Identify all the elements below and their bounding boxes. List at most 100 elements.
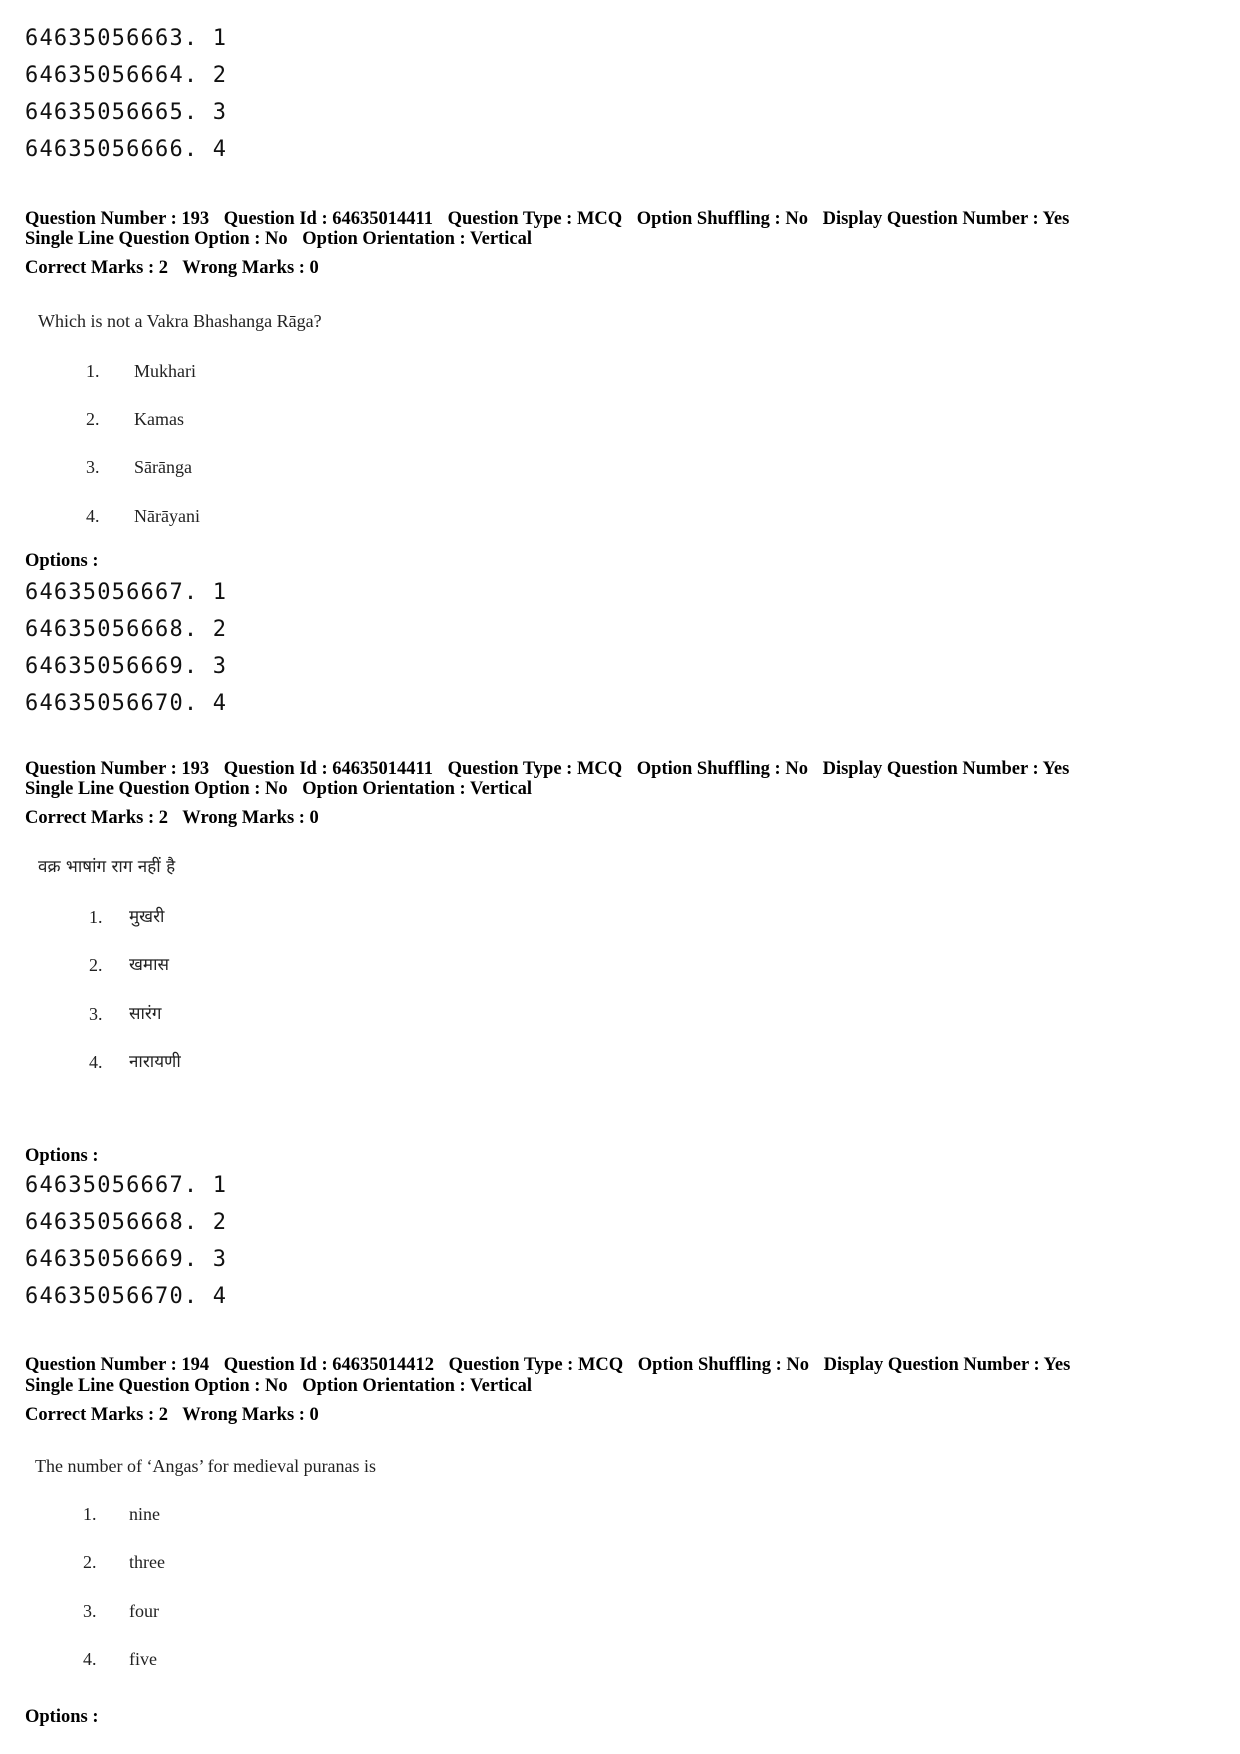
- option-shuffling: Option Shuffling : No: [637, 1355, 809, 1375]
- question-header-line2: Single Line Question Option : No Option …: [25, 229, 532, 250]
- option-number: 4: [212, 137, 228, 162]
- option-number: 4: [212, 1284, 228, 1309]
- choice-number: 3.: [86, 457, 100, 477]
- single-line-question-option: Single Line Question Option : No: [25, 1376, 288, 1396]
- question-id: Question Id : 64635014411: [223, 209, 433, 229]
- choice-text: सारंग: [129, 1004, 162, 1024]
- single-line-question-option: Single Line Question Option : No: [25, 779, 288, 799]
- choice-number: 1.: [83, 1504, 97, 1524]
- marks-line: Correct Marks : 2 Wrong Marks : 0: [25, 258, 319, 279]
- correct-marks: Correct Marks : 2: [25, 258, 168, 278]
- option-row: 64635056670. 4: [25, 1284, 228, 1309]
- option-number: 2: [212, 617, 228, 642]
- option-row: 64635056664. 2: [25, 63, 228, 88]
- question-paper-page: 64635056663. 1 64635056664. 2 6463505666…: [0, 0, 1240, 1754]
- choice-number: 3.: [83, 1601, 97, 1621]
- display-question-number: Display Question Number : Yes: [822, 759, 1070, 779]
- option-id: 64635056663: [25, 26, 184, 51]
- choice-number: 1.: [89, 907, 103, 927]
- choice-number: 4.: [83, 1649, 97, 1669]
- choice-text: Nārāyani: [134, 506, 200, 526]
- question-text: Which is not a Vakra Bhashanga Rāga?: [38, 311, 322, 331]
- choice-text: nine: [129, 1504, 160, 1524]
- question-text: The number of ‘Angas’ for medieval puran…: [35, 1456, 377, 1476]
- choice-text: नारायणी: [129, 1052, 181, 1072]
- choice-text: Mukhari: [134, 361, 196, 381]
- option-orientation: Option Orientation : Vertical: [302, 779, 532, 799]
- option-row: 64635056665. 3: [25, 100, 228, 125]
- choice-text: खमास: [129, 955, 169, 975]
- question-header-line1: Question Number : 193 Question Id : 6463…: [25, 759, 1069, 780]
- choice-text: Sārānga: [134, 457, 192, 477]
- question-header-line1: Question Number : 194 Question Id : 6463…: [25, 1355, 1070, 1376]
- option-id: 64635056668: [25, 1210, 184, 1235]
- option-orientation: Option Orientation : Vertical: [302, 1376, 532, 1396]
- options-label: Options :: [25, 1707, 99, 1727]
- marks-line: Correct Marks : 2 Wrong Marks : 0: [25, 808, 319, 829]
- question-number: Question Number : 194: [25, 1355, 210, 1375]
- option-number: 1: [212, 1173, 228, 1198]
- option-id: 64635056665: [25, 100, 184, 125]
- choice-number: 2.: [86, 409, 100, 429]
- option-row: 64635056666. 4: [25, 137, 228, 162]
- option-number: 2: [212, 1210, 228, 1235]
- choice-text: Kamas: [134, 409, 184, 429]
- option-id: 64635056666: [25, 137, 184, 162]
- option-orientation: Option Orientation : Vertical: [302, 229, 532, 249]
- option-row: 64635056668. 2: [25, 617, 228, 642]
- option-id: 64635056669: [25, 1247, 184, 1272]
- option-id: 64635056667: [25, 1173, 184, 1198]
- display-question-number: Display Question Number : Yes: [822, 209, 1070, 229]
- question-header-line2: Single Line Question Option : No Option …: [25, 1376, 532, 1397]
- question-id: Question Id : 64635014411: [223, 759, 433, 779]
- correct-marks: Correct Marks : 2: [25, 808, 168, 828]
- option-row: 64635056668. 2: [25, 1210, 228, 1235]
- option-row: 64635056663. 1: [25, 26, 228, 51]
- option-row: 64635056670. 4: [25, 691, 228, 716]
- choice-number: 2.: [89, 955, 103, 975]
- option-id: 64635056664: [25, 63, 184, 88]
- option-number: 1: [212, 26, 228, 51]
- question-number: Question Number : 193: [25, 209, 210, 229]
- question-header-line1: Question Number : 193 Question Id : 6463…: [25, 209, 1069, 230]
- choice-number: 1.: [86, 361, 100, 381]
- choice-text: three: [129, 1552, 165, 1572]
- option-id: 64635056668: [25, 617, 184, 642]
- option-id: 64635056669: [25, 654, 184, 679]
- option-shuffling: Option Shuffling : No: [636, 759, 808, 779]
- options-label: Options :: [25, 551, 99, 571]
- question-type: Question Type : MCQ: [447, 209, 623, 229]
- choice-number: 3.: [89, 1004, 103, 1024]
- option-number: 3: [212, 100, 228, 125]
- correct-marks: Correct Marks : 2: [25, 1405, 168, 1425]
- options-label: Options :: [25, 1146, 99, 1166]
- choice-text: मुखरी: [129, 907, 165, 927]
- choice-number: 4.: [86, 506, 100, 526]
- question-header-line2: Single Line Question Option : No Option …: [25, 779, 532, 800]
- display-question-number: Display Question Number : Yes: [823, 1355, 1071, 1375]
- single-line-question-option: Single Line Question Option : No: [25, 229, 288, 249]
- wrong-marks: Wrong Marks : 0: [182, 808, 319, 828]
- question-text: वक्र भाषांग राग नहीं है: [38, 857, 176, 877]
- wrong-marks: Wrong Marks : 0: [182, 1405, 319, 1425]
- option-number: 3: [212, 654, 228, 679]
- option-row: 64635056669. 3: [25, 1247, 228, 1272]
- choice-number: 2.: [83, 1552, 97, 1572]
- option-number: 2: [212, 63, 228, 88]
- choice-number: 4.: [89, 1052, 103, 1072]
- marks-line: Correct Marks : 2 Wrong Marks : 0: [25, 1405, 319, 1426]
- choice-text: four: [129, 1601, 159, 1621]
- choice-text: five: [129, 1649, 157, 1669]
- option-id: 64635056670: [25, 1284, 184, 1309]
- option-row: 64635056669. 3: [25, 654, 228, 679]
- option-id: 64635056667: [25, 580, 184, 605]
- question-id: Question Id : 64635014412: [223, 1355, 434, 1375]
- option-number: 1: [212, 580, 228, 605]
- option-number: 4: [212, 691, 228, 716]
- option-row: 64635056667. 1: [25, 580, 228, 605]
- question-number: Question Number : 193: [25, 759, 210, 779]
- question-type: Question Type : MCQ: [447, 759, 623, 779]
- option-row: 64635056667. 1: [25, 1173, 228, 1198]
- option-number: 3: [212, 1247, 228, 1272]
- wrong-marks: Wrong Marks : 0: [182, 258, 319, 278]
